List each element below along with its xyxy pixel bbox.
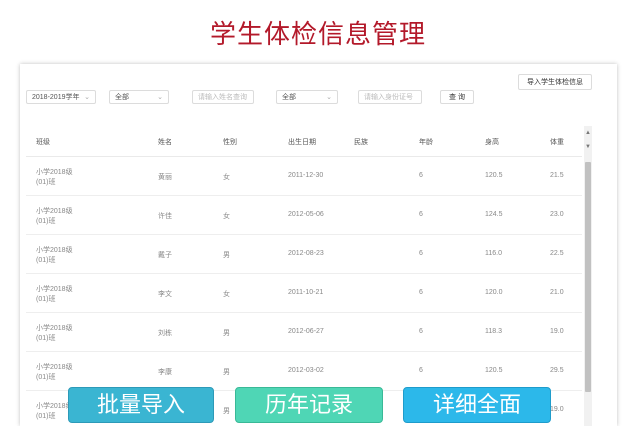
header-ethnicity: 民族 — [354, 139, 368, 146]
table-row[interactable]: 小学2018级 (01)班 李康 男 2012-03-02 6 120.5 29.… — [26, 352, 582, 391]
name-cell: 李文 — [158, 291, 172, 298]
weight-cell: 29.5 — [550, 367, 564, 374]
batch-import-button[interactable]: 批量导入 — [68, 387, 214, 423]
height-cell: 120.0 — [485, 289, 503, 296]
weight-cell: 19.0 — [550, 328, 564, 335]
class-value: 全部 — [282, 94, 296, 101]
age-cell: 6 — [419, 211, 423, 218]
school-year-select[interactable]: 2018-2019学年 ⌄ — [26, 90, 96, 104]
age-cell: 6 — [419, 289, 423, 296]
table-header: 班级 姓名 性别 出生日期 民族 年龄 身高 体重 — [26, 126, 582, 157]
class-cell: 小学2018级 (01)班 — [36, 363, 96, 383]
birth-cell: 2012-06-27 — [288, 328, 324, 335]
import-health-info-button[interactable]: 导入学生体检信息 — [518, 74, 592, 90]
chevron-down-icon: ⌄ — [84, 94, 90, 101]
header-weight: 体重 — [550, 139, 564, 146]
gender-cell: 男 — [223, 408, 230, 415]
class-cell: 小学2018级 (01)班 — [36, 285, 96, 305]
header-age: 年龄 — [419, 139, 433, 146]
class-select[interactable]: 全部 ⌄ — [276, 90, 338, 104]
weight-cell: 22.5 — [550, 250, 564, 257]
id-number-search-input[interactable]: 请输入身份证号 — [358, 90, 422, 104]
gender-cell: 男 — [223, 252, 230, 259]
table-row[interactable]: 小学2018级 (01)班 刘栋 男 2012-06-27 6 118.3 19.… — [26, 313, 582, 352]
table-row[interactable]: 小学2018级 (01)班 黄丽 女 2011-12-30 6 120.5 21.… — [26, 157, 582, 196]
header-class: 班级 — [36, 139, 50, 146]
age-cell: 6 — [419, 328, 423, 335]
chevron-down-icon: ⌄ — [326, 94, 332, 101]
weight-cell: 21.0 — [550, 289, 564, 296]
height-cell: 116.0 — [485, 250, 502, 257]
name-search-input[interactable]: 请输入姓名查询 — [192, 90, 254, 104]
class-line: 小学2018级 — [36, 364, 73, 371]
class-cell: 小学2018级 (01)班 — [36, 324, 96, 344]
class-cell: 小学2018级 (01)班 — [36, 207, 96, 227]
class-line: (01)班 — [36, 374, 56, 381]
weight-cell: 21.5 — [550, 172, 564, 179]
height-cell: 120.5 — [485, 172, 503, 179]
name-cell: 戴子 — [158, 252, 172, 259]
name-cell: 黄丽 — [158, 174, 172, 181]
class-line: (01)班 — [36, 335, 56, 342]
student-health-table: 班级 姓名 性别 出生日期 民族 年龄 身高 体重 小学2018级 (01)班 黄… — [26, 126, 582, 426]
header-birth-date: 出生日期 — [288, 139, 316, 146]
gender-cell: 女 — [223, 174, 230, 181]
class-line: 小学2018级 — [36, 169, 73, 176]
birth-cell: 2012-08-23 — [288, 250, 324, 257]
birth-cell: 2012-03-02 — [288, 367, 324, 374]
class-line: (01)班 — [36, 296, 56, 303]
page-title: 学生体检信息管理 — [209, 20, 426, 50]
class-cell: 小学2018级 (01)班 — [36, 246, 96, 266]
scroll-up-icon[interactable]: ▲ — [584, 130, 592, 136]
class-line: (01)班 — [36, 179, 56, 186]
header-gender: 性别 — [223, 139, 237, 146]
class-line: 小学2018级 — [36, 247, 73, 254]
health-info-panel: 2018-2019学年 ⌄ 全部 ⌄ 请输入姓名查询 全部 ⌄ 请输入身份证号 … — [20, 64, 617, 426]
class-line: 小学2018级 — [36, 286, 73, 293]
class-line: (01)班 — [36, 257, 56, 264]
filter-toolbar: 2018-2019学年 ⌄ 全部 ⌄ 请输入姓名查询 全部 ⌄ 请输入身份证号 … — [20, 64, 617, 124]
grade-select[interactable]: 全部 ⌄ — [109, 90, 169, 104]
name-cell: 刘栋 — [158, 330, 172, 337]
age-cell: 6 — [419, 367, 423, 374]
table-scrollbar[interactable]: ▲ ▼ — [584, 126, 592, 426]
weight-cell: 23.0 — [550, 211, 564, 218]
height-cell: 118.3 — [485, 328, 502, 335]
age-cell: 6 — [419, 172, 423, 179]
school-year-value: 2018-2019学年 — [32, 94, 80, 101]
table-row[interactable]: 小学2018级 (01)班 李文 女 2011-10-21 6 120.0 21.… — [26, 274, 582, 313]
gender-cell: 女 — [223, 291, 230, 298]
chevron-down-icon: ⌄ — [157, 94, 163, 101]
birth-cell: 2012-05-06 — [288, 211, 324, 218]
header-name: 姓名 — [158, 139, 172, 146]
weight-cell: 19.0 — [550, 406, 564, 413]
height-cell: 124.5 — [485, 211, 503, 218]
detailed-view-button[interactable]: 详细全面 — [403, 387, 551, 423]
name-cell: 许佳 — [158, 213, 172, 220]
class-line: 小学2018级 — [36, 208, 73, 215]
history-records-button[interactable]: 历年记录 — [235, 387, 383, 423]
height-cell: 120.5 — [485, 367, 503, 374]
gender-cell: 男 — [223, 330, 230, 337]
gender-cell: 男 — [223, 369, 230, 376]
gender-cell: 女 — [223, 213, 230, 220]
table-row[interactable]: 小学2018级 (01)班 戴子 男 2012-08-23 6 116.0 22.… — [26, 235, 582, 274]
grade-value: 全部 — [115, 94, 129, 101]
class-cell: 小学2018级 (01)班 — [36, 168, 96, 188]
scrollbar-thumb[interactable] — [585, 162, 591, 392]
header-height: 身高 — [485, 139, 499, 146]
class-line: 小学2018级 — [36, 325, 73, 332]
scroll-down-icon[interactable]: ▼ — [584, 144, 592, 150]
table-row[interactable]: 小学2018级 (01)班 许佳 女 2012-05-06 6 124.5 23.… — [26, 196, 582, 235]
query-button[interactable]: 查 询 — [440, 90, 474, 104]
name-cell: 李康 — [158, 369, 172, 376]
class-line: (01)班 — [36, 218, 56, 225]
birth-cell: 2011-12-30 — [288, 172, 324, 179]
birth-cell: 2011-10-21 — [288, 289, 324, 296]
age-cell: 6 — [419, 250, 423, 257]
